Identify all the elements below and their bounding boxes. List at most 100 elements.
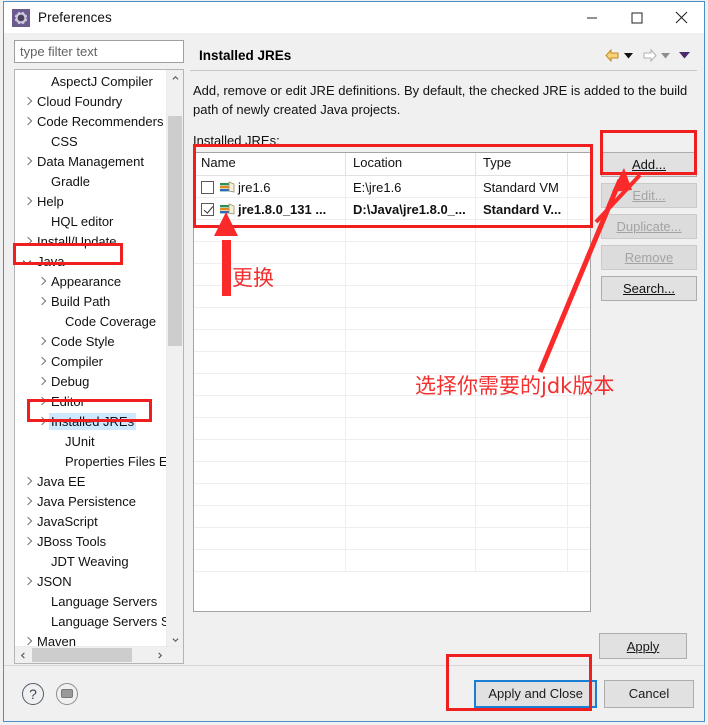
sidebar-item-appearance[interactable]: Appearance — [15, 271, 167, 291]
table-row-empty[interactable] — [194, 242, 590, 264]
chevron-right-icon[interactable] — [21, 535, 34, 548]
sidebar-item-help[interactable]: Help — [15, 191, 167, 211]
sidebar-item-debug[interactable]: Debug — [15, 371, 167, 391]
sidebar-item-properties-files-ed[interactable]: Properties Files Ed — [15, 451, 167, 471]
chevron-right-icon[interactable] — [35, 335, 48, 348]
add-button[interactable]: Add... — [601, 152, 697, 177]
table-row-empty[interactable] — [194, 484, 590, 506]
back-arrow-icon[interactable] — [604, 48, 621, 63]
sidebar-item-java-ee[interactable]: Java EE — [15, 471, 167, 491]
chevron-right-icon[interactable] — [21, 475, 34, 488]
apply-row: Apply — [190, 633, 697, 665]
table-row-empty[interactable] — [194, 220, 590, 242]
view-menu-chevron-down-icon[interactable] — [679, 51, 690, 59]
table-row-empty[interactable] — [194, 396, 590, 418]
question-mark-icon[interactable]: ? — [22, 682, 44, 705]
sidebar-item-build-path[interactable]: Build Path — [15, 291, 167, 311]
sidebar-item-data-management[interactable]: Data Management — [15, 151, 167, 171]
sidebar-item-cloud-foundry[interactable]: Cloud Foundry — [15, 91, 167, 111]
sidebar-item-language-servers[interactable]: Language Servers — [15, 591, 167, 611]
scroll-left-icon[interactable] — [15, 647, 31, 663]
chevron-right-icon[interactable] — [35, 415, 48, 428]
sidebar-item-install-update[interactable]: Install/Update — [15, 231, 167, 251]
tree-horizontal-scrollbar[interactable] — [15, 646, 183, 663]
apply-button[interactable]: Apply — [599, 633, 687, 659]
sidebar-item-css[interactable]: CSS — [15, 131, 167, 151]
minimize-icon[interactable] — [569, 2, 614, 33]
sidebar-item-language-servers-sts[interactable]: Language Servers STS — [15, 611, 167, 631]
chevron-down-icon[interactable] — [21, 255, 34, 268]
table-row-empty[interactable] — [194, 528, 590, 550]
search-button[interactable]: Search... — [601, 276, 697, 301]
installed-jres-table[interactable]: Name Location Type jre1.6 E:\jre1.6 Standa… — [193, 152, 591, 612]
sidebar-item-code-coverage[interactable]: Code Coverage — [15, 311, 167, 331]
sidebar-item-code-style[interactable]: Code Style — [15, 331, 167, 351]
table-row-empty[interactable] — [194, 462, 590, 484]
table-row-empty[interactable] — [194, 352, 590, 374]
chevron-right-icon[interactable] — [21, 235, 34, 248]
cell-empty — [568, 418, 590, 439]
checkbox-checked[interactable] — [201, 202, 214, 216]
back-dropdown-chevron-down-icon[interactable] — [624, 52, 633, 59]
chevron-right-icon[interactable] — [21, 95, 34, 108]
vertical-scroll-thumb[interactable] — [168, 116, 182, 346]
sidebar-item-gradle[interactable]: Gradle — [15, 171, 167, 191]
table-row-empty[interactable] — [194, 264, 590, 286]
apply-and-close-button[interactable]: Apply and Close — [474, 679, 597, 708]
sidebar-item-editor[interactable]: Editor — [15, 391, 167, 411]
column-header-location[interactable]: Location — [346, 153, 476, 175]
table-row-empty[interactable] — [194, 506, 590, 528]
chevron-right-icon[interactable] — [35, 375, 48, 388]
sidebar-item-jboss-tools[interactable]: JBoss Tools — [15, 531, 167, 551]
table-row-empty[interactable] — [194, 418, 590, 440]
sidebar-item-json[interactable]: JSON — [15, 571, 167, 591]
column-header-name[interactable]: Name — [194, 153, 346, 175]
checkbox-unchecked[interactable] — [201, 180, 214, 194]
shell-toggle-icon[interactable] — [56, 682, 78, 705]
forward-arrow-icon[interactable] — [641, 48, 658, 63]
table-row-empty[interactable] — [194, 330, 590, 352]
table-row-empty[interactable] — [194, 308, 590, 330]
sidebar-item-aspectj-compiler[interactable]: AspectJ Compiler — [15, 71, 167, 91]
chevron-right-icon[interactable] — [21, 515, 34, 528]
chevron-right-icon[interactable] — [35, 355, 48, 368]
chevron-right-icon[interactable] — [21, 115, 34, 128]
chevron-right-icon[interactable] — [21, 155, 34, 168]
table-row-empty[interactable] — [194, 440, 590, 462]
sidebar-item-hql-editor[interactable]: HQL editor — [15, 211, 167, 231]
sidebar-item-code-recommenders[interactable]: Code Recommenders — [15, 111, 167, 131]
close-icon[interactable] — [659, 2, 704, 33]
table-row-empty[interactable] — [194, 550, 590, 572]
sidebar-item-java-persistence[interactable]: Java Persistence — [15, 491, 167, 511]
chevron-right-icon[interactable] — [35, 395, 48, 408]
table-row-empty[interactable] — [194, 374, 590, 396]
search-input[interactable] — [14, 40, 184, 63]
sidebar-item-java[interactable]: Java — [15, 251, 167, 271]
scroll-down-icon[interactable] — [167, 631, 183, 647]
sidebar-item-jdt-weaving[interactable]: JDT Weaving — [15, 551, 167, 571]
column-header-type[interactable]: Type — [476, 153, 568, 175]
sidebar-item-javascript[interactable]: JavaScript — [15, 511, 167, 531]
scroll-up-icon[interactable] — [167, 70, 183, 86]
chevron-right-icon[interactable] — [35, 275, 48, 288]
sidebar-item-installed-jres[interactable]: Installed JREs — [15, 411, 167, 431]
column-header-extra[interactable] — [568, 153, 590, 175]
horizontal-scroll-thumb[interactable] — [32, 648, 132, 662]
chevron-right-icon[interactable] — [21, 195, 34, 208]
chevron-right-icon[interactable] — [21, 495, 34, 508]
chevron-right-icon[interactable] — [21, 575, 34, 588]
tree-vertical-scrollbar[interactable] — [166, 70, 183, 663]
table-row[interactable]: jre1.8.0_131 ... D:\Java\jre1.8.0_... Stan… — [194, 198, 590, 220]
forward-dropdown-chevron-down-icon[interactable] — [661, 52, 670, 59]
chevron-right-icon[interactable] — [35, 295, 48, 308]
sidebar-item-junit[interactable]: JUnit — [15, 431, 167, 451]
table-row-empty[interactable] — [194, 286, 590, 308]
scroll-right-icon[interactable] — [151, 647, 167, 663]
page-nav-icons — [604, 48, 694, 63]
table-row[interactable]: jre1.6 E:\jre1.6 Standard VM — [194, 176, 590, 198]
cancel-button[interactable]: Cancel — [604, 679, 694, 708]
cell-empty — [568, 308, 590, 329]
cell-empty — [194, 374, 346, 395]
maximize-icon[interactable] — [614, 2, 659, 33]
sidebar-item-compiler[interactable]: Compiler — [15, 351, 167, 371]
